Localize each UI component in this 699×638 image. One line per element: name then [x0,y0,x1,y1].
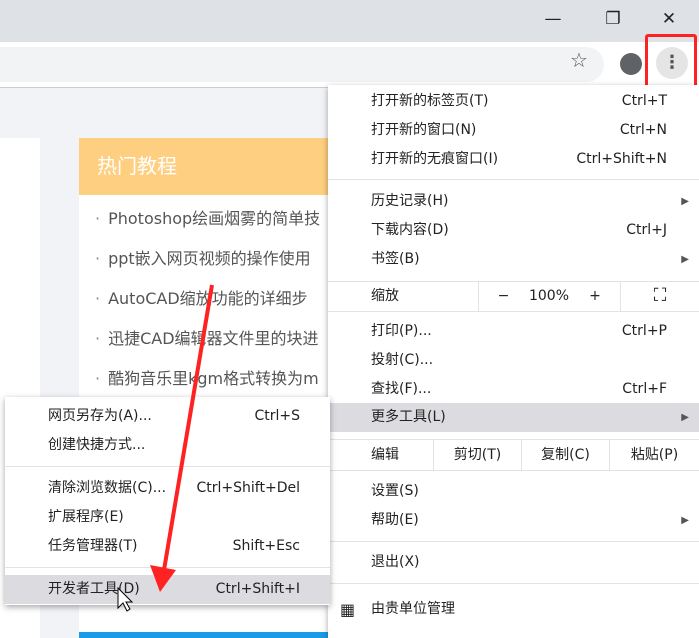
red-arrow-annotation [117,284,214,612]
mouse-cursor-icon [117,586,134,612]
